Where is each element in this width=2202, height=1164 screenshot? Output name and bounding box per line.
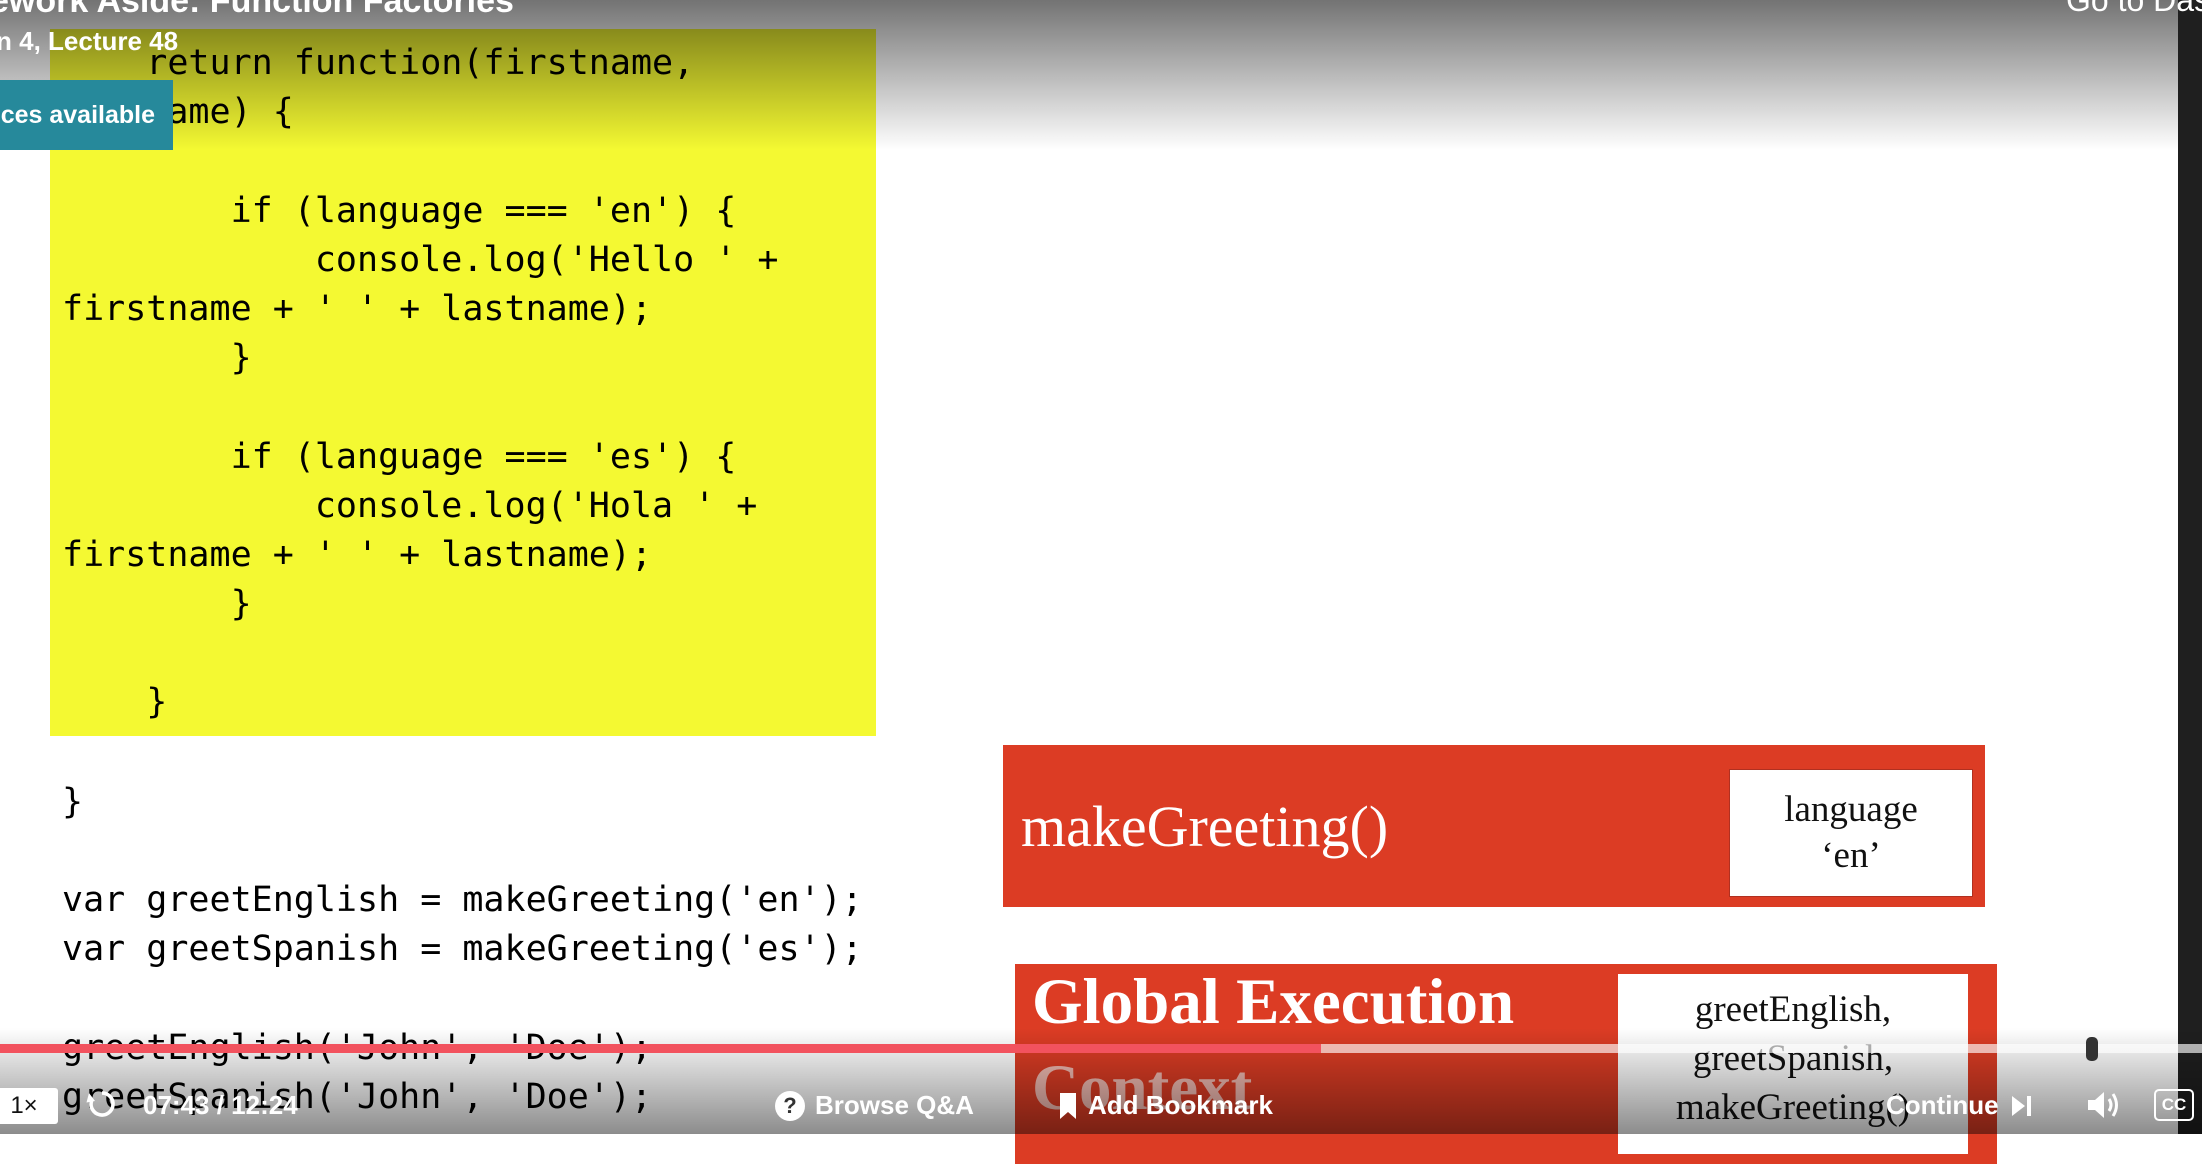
variable-value: ‘en’ bbox=[1821, 835, 1881, 876]
function-execution-context: makeGreeting() language ‘en’ bbox=[1003, 745, 1985, 907]
progress-marker[interactable] bbox=[2086, 1037, 2098, 1061]
global-var: greetSpanish, bbox=[1692, 1037, 1894, 1079]
lecture-number: n 4, Lecture 48 bbox=[0, 26, 179, 56]
progress-bar[interactable] bbox=[0, 1044, 2202, 1053]
global-var: greetEnglish, bbox=[1694, 989, 1892, 1030]
closed-captions-button[interactable]: CC bbox=[2154, 1089, 2194, 1121]
browse-qa-label: Browse Q&A bbox=[815, 1090, 974, 1120]
code-line: if (language === 'en') { bbox=[62, 191, 737, 231]
code-line: console.log('Hola ' + bbox=[62, 486, 758, 526]
global-variable-environment: greetEnglish, greetSpanish, makeGreeting… bbox=[1618, 974, 1968, 1154]
question-icon: ? bbox=[775, 1090, 805, 1121]
go-to-dashboard-link[interactable]: Go to Das bbox=[2066, 0, 2202, 19]
global-context-label: Global Execution bbox=[1032, 966, 1515, 1038]
code-line: } bbox=[62, 682, 168, 722]
code-line: firstname + ' ' + lastname); bbox=[62, 535, 653, 575]
code-line: firstname + ' ' + lastname); bbox=[62, 289, 653, 329]
bookmark-icon bbox=[1060, 1092, 1076, 1119]
playback-speed-button[interactable]: 1× bbox=[0, 1088, 58, 1124]
global-execution-context: Global Execution Context greetEnglish, g… bbox=[1015, 964, 1997, 1164]
lecture-title: ework Aside: Function Factories bbox=[0, 0, 514, 20]
code-line: var greetEnglish = makeGreeting('en'); bbox=[62, 880, 863, 920]
code-line: } bbox=[62, 584, 252, 624]
add-bookmark-button[interactable]: Add Bookmark bbox=[1058, 1090, 1273, 1121]
function-variable-environment: language ‘en’ bbox=[1729, 769, 1973, 897]
continue-button[interactable]: Continue bbox=[1886, 1090, 2033, 1121]
variable-name: language bbox=[1784, 788, 1918, 830]
volume-icon[interactable] bbox=[2086, 1088, 2124, 1122]
time-display: 07:43 / 12:24 bbox=[143, 1090, 298, 1120]
add-bookmark-label: Add Bookmark bbox=[1088, 1090, 1273, 1120]
function-context-label: makeGreeting() bbox=[1021, 794, 1389, 859]
global-var: makeGreeting() bbox=[1675, 1086, 1911, 1128]
video-side-bar bbox=[2178, 0, 2202, 1134]
progress-fill bbox=[0, 1044, 1322, 1053]
code-highlight bbox=[50, 29, 876, 736]
skip-next-icon bbox=[2011, 1095, 2031, 1116]
code-line: var greetSpanish = makeGreeting('es'); bbox=[62, 929, 863, 969]
code-line: if (language === 'es') { bbox=[62, 437, 737, 477]
rewind-icon[interactable] bbox=[86, 1088, 118, 1120]
code-line: } bbox=[62, 338, 252, 378]
code-line: } bbox=[62, 782, 84, 822]
code-line: console.log('Hello ' + bbox=[62, 240, 779, 280]
browse-qa-button[interactable]: ? Browse Q&A bbox=[775, 1090, 974, 1121]
continue-label: Continue bbox=[1886, 1090, 1999, 1120]
resources-available-button[interactable]: ces available bbox=[0, 80, 173, 150]
